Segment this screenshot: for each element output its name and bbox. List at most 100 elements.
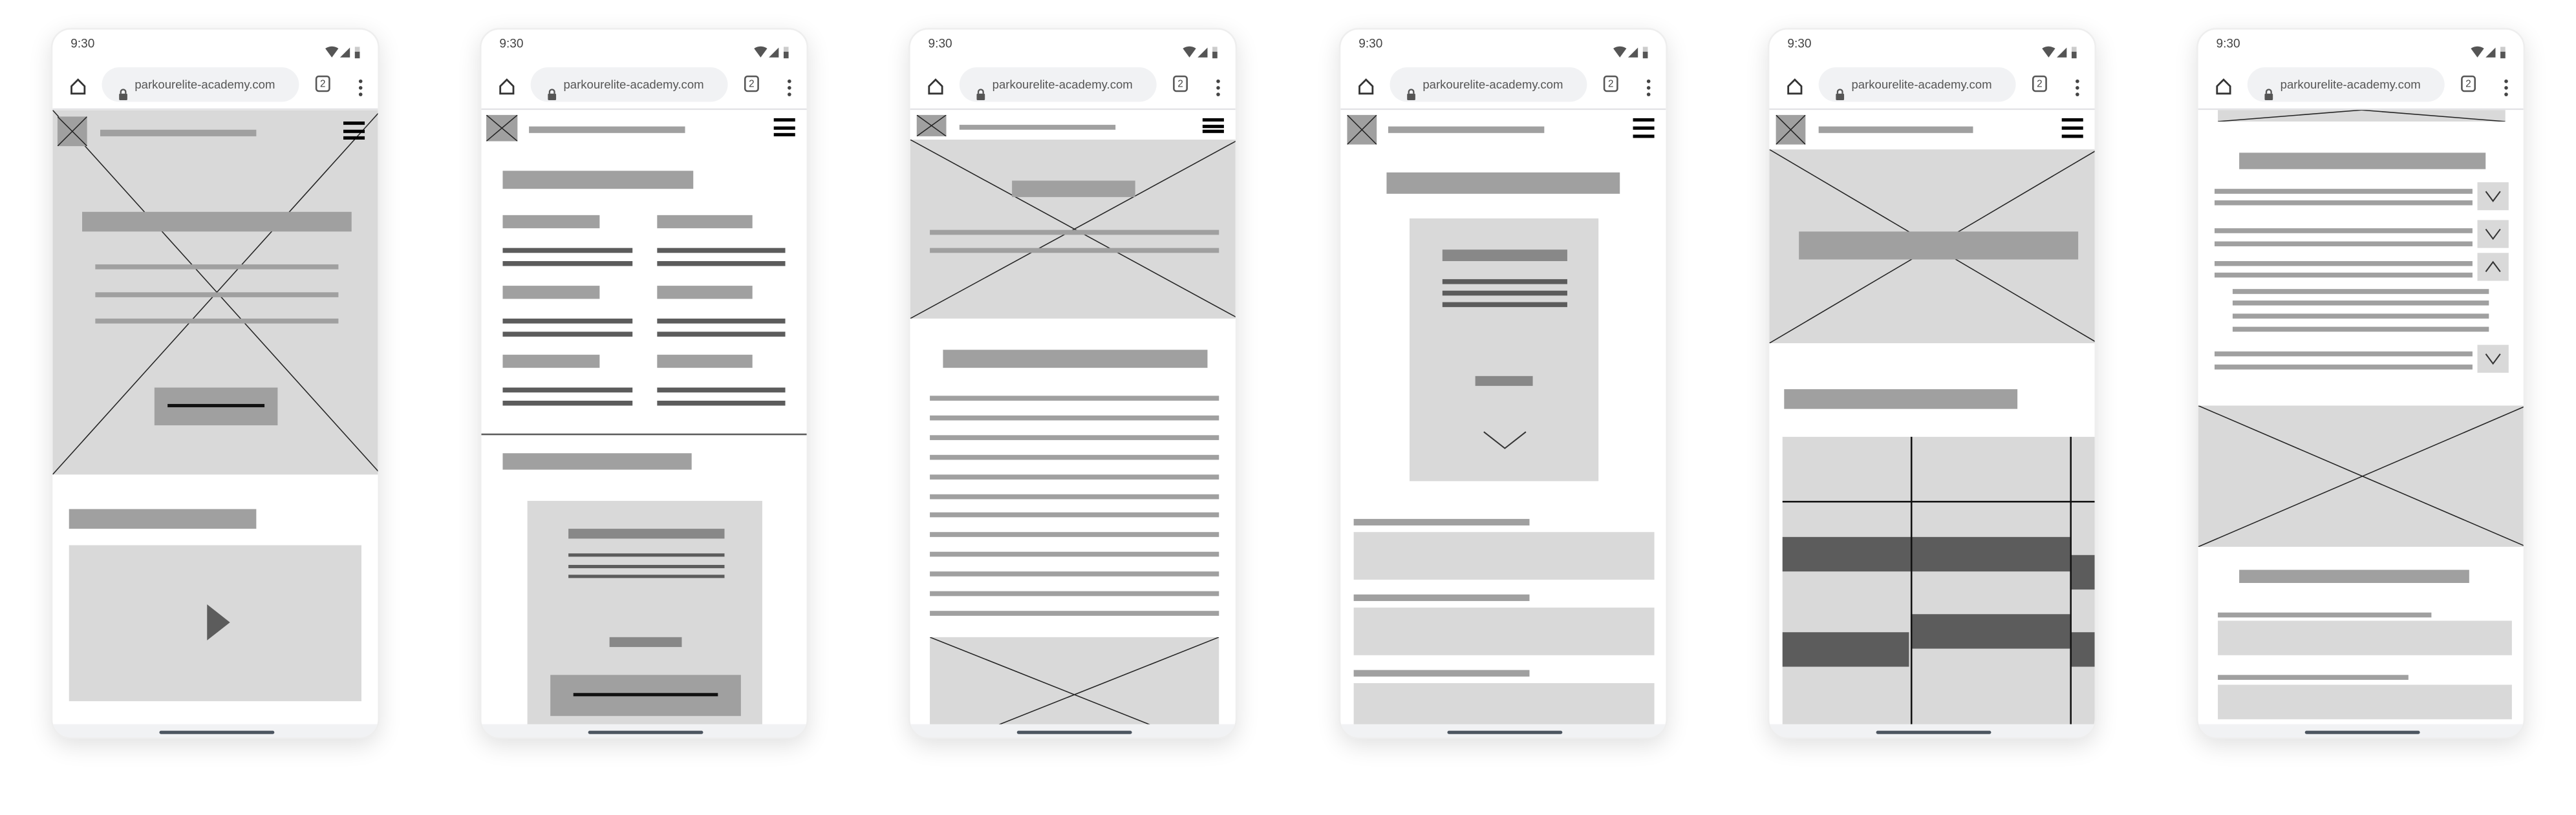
text-line (657, 387, 786, 392)
form-label-bar (2218, 612, 2432, 618)
card-button[interactable] (550, 675, 741, 716)
form-field[interactable] (2218, 620, 2512, 655)
address-bar[interactable]: parkourelite-academy.com (2247, 67, 2445, 102)
status-icons (1183, 37, 1219, 59)
site-title-bar (1388, 126, 1545, 133)
more-menu-icon[interactable] (1216, 76, 1221, 96)
home-indicator[interactable] (2304, 730, 2420, 734)
accordion-toggle-button[interactable] (2477, 253, 2509, 281)
page-content[interactable] (1340, 110, 1666, 725)
home-indicator[interactable] (159, 730, 275, 734)
home-icon[interactable] (498, 74, 516, 95)
expand-chevron-icon[interactable] (1479, 422, 1531, 458)
accordion-toggle-button[interactable] (2477, 182, 2509, 211)
text-line (1442, 279, 1567, 284)
form-field[interactable] (1353, 608, 1655, 655)
system-nav-bar (1769, 724, 2095, 737)
section-heading-bar (69, 509, 257, 529)
text-line (2214, 260, 2473, 266)
accordion-toggle-button[interactable] (2477, 220, 2509, 248)
page-content[interactable] (2198, 110, 2524, 725)
more-menu-icon[interactable] (2504, 76, 2509, 96)
form-field[interactable] (1353, 683, 1655, 725)
text-line (930, 552, 1219, 557)
text-line (502, 387, 633, 392)
logo-placeholder[interactable] (916, 114, 947, 136)
section-heading-bar (502, 453, 692, 470)
card-title-bar (1442, 249, 1567, 261)
home-icon[interactable] (1786, 74, 1804, 95)
tab-count-button[interactable]: 2 (1173, 75, 1188, 92)
status-time: 9:30 (70, 36, 95, 51)
page-content[interactable] (910, 110, 1236, 725)
page-content[interactable] (1769, 110, 2095, 725)
page-content[interactable] (52, 110, 378, 725)
hamburger-menu-icon[interactable] (343, 122, 365, 140)
home-icon[interactable] (2215, 74, 2233, 95)
system-nav-bar (1340, 724, 1666, 737)
hamburger-menu-icon[interactable] (1633, 118, 1655, 138)
home-indicator[interactable] (1447, 730, 1563, 734)
tab-count-button[interactable]: 2 (2461, 75, 2476, 92)
text-line (502, 260, 633, 266)
play-icon[interactable] (207, 604, 230, 640)
hamburger-menu-icon[interactable] (773, 118, 795, 136)
hamburger-menu-icon[interactable] (2061, 118, 2083, 138)
chevron-down-icon[interactable] (2484, 185, 2502, 207)
site-title-bar (100, 129, 257, 136)
logo-placeholder[interactable] (1347, 114, 1377, 145)
text-line (657, 400, 786, 405)
address-bar[interactable]: parkourelite-academy.com (102, 67, 299, 102)
home-indicator[interactable] (1016, 730, 1132, 734)
tab-count-button[interactable]: 2 (744, 75, 759, 92)
more-menu-icon[interactable] (358, 76, 363, 96)
status-icons (754, 37, 790, 59)
status-icons (2042, 37, 2078, 59)
lock-icon (1406, 79, 1416, 100)
home-icon[interactable] (1357, 74, 1375, 95)
text-line (502, 248, 633, 253)
home-icon[interactable] (927, 74, 945, 95)
address-bar[interactable]: parkourelite-academy.com (1818, 67, 2016, 102)
text-line (502, 318, 633, 323)
status-time: 9:30 (2216, 36, 2240, 51)
grid-label-bar (502, 354, 600, 368)
home-icon[interactable] (69, 74, 87, 95)
home-indicator[interactable] (588, 730, 703, 734)
text-line (930, 493, 1219, 499)
chevron-up-icon[interactable] (2484, 256, 2502, 277)
form-field[interactable] (2218, 684, 2512, 719)
lock-icon (1835, 79, 1845, 100)
more-menu-icon[interactable] (1646, 76, 1651, 96)
text-line (568, 575, 725, 578)
address-bar[interactable]: parkourelite-academy.com (959, 67, 1157, 102)
more-menu-icon[interactable] (2075, 76, 2080, 96)
form-field[interactable] (1353, 532, 1655, 580)
phone-mockup-6: 9:30 parkourelite-academy.com 2 (2196, 28, 2526, 739)
tab-count-button[interactable]: 2 (2032, 75, 2047, 92)
lock-icon (976, 79, 985, 100)
address-bar[interactable]: parkourelite-academy.com (1390, 67, 1587, 102)
grid-label-bar (657, 215, 753, 229)
logo-placeholder[interactable] (486, 114, 518, 142)
hamburger-menu-icon[interactable] (1202, 118, 1224, 133)
chevron-down-icon[interactable] (2484, 224, 2502, 245)
tab-count-button[interactable]: 2 (1603, 75, 1618, 92)
cta-button[interactable] (154, 387, 278, 426)
logo-placeholder[interactable] (1776, 114, 1806, 145)
chevron-down-icon[interactable] (2484, 348, 2502, 370)
accordion-toggle-button[interactable] (2477, 344, 2509, 373)
section-heading-bar (1784, 389, 2018, 409)
video-placeholder[interactable] (69, 545, 361, 701)
tab-count-button[interactable]: 2 (315, 75, 330, 92)
url-text: parkourelite-academy.com (563, 76, 704, 92)
logo-placeholder[interactable] (57, 116, 87, 147)
home-indicator[interactable] (1876, 730, 1991, 734)
text-line (930, 415, 1219, 421)
address-bar[interactable]: parkourelite-academy.com (530, 67, 728, 102)
text-line (568, 565, 725, 569)
article-image-placeholder (930, 637, 1219, 725)
more-menu-icon[interactable] (787, 76, 792, 96)
page-content[interactable] (481, 110, 807, 725)
url-text: parkourelite-academy.com (1422, 76, 1563, 92)
